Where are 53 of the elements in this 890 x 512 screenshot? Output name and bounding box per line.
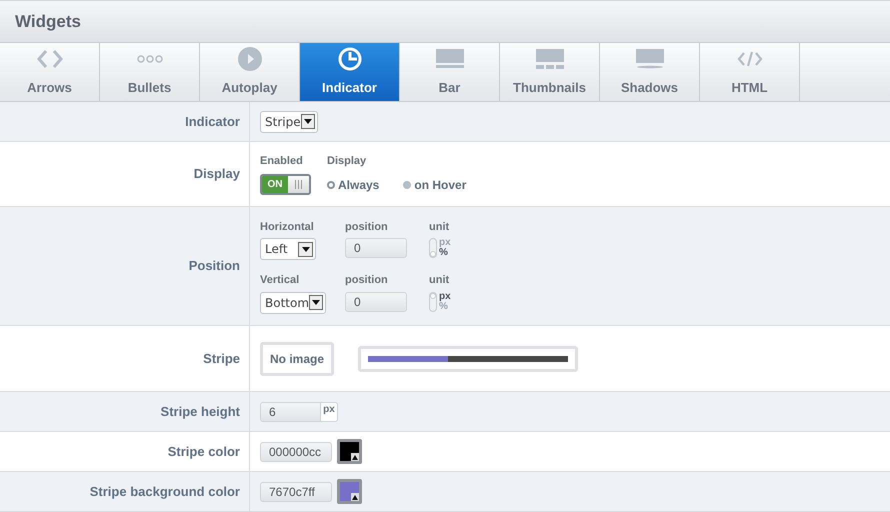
row-label: Stripe color xyxy=(168,442,240,461)
tab[interactable]: Arrows xyxy=(0,43,100,101)
field-caption: Enabled xyxy=(260,154,304,169)
text-field[interactable]: 0 xyxy=(345,292,407,312)
number-field[interactable]: 6 px xyxy=(260,402,338,422)
code-icon xyxy=(736,50,762,68)
bar-layout-icon xyxy=(436,48,464,68)
tab[interactable]: Autoplay xyxy=(200,43,300,101)
color-swatch[interactable] xyxy=(337,439,362,464)
window-title: Widgets xyxy=(15,10,81,33)
thumbnails-icon xyxy=(536,48,564,68)
unit-switch[interactable] xyxy=(429,292,437,312)
caret-icon xyxy=(309,295,323,310)
caret-icon xyxy=(300,114,315,129)
field-caption: unit xyxy=(429,273,450,288)
chevrons-icon xyxy=(36,48,64,70)
tab[interactable]: Thumbnails xyxy=(500,43,600,101)
play-icon xyxy=(238,46,262,70)
tab[interactable]: Bullets xyxy=(100,43,200,101)
dots-icon xyxy=(136,54,164,64)
radio-option[interactable]: on Hover xyxy=(403,176,466,194)
text-field[interactable]: 000000cc xyxy=(260,442,332,462)
field-caption: unit xyxy=(429,220,450,234)
unit-option[interactable]: px xyxy=(439,292,451,302)
row-label: Stripe xyxy=(203,350,240,368)
field-caption: Vertical xyxy=(260,273,300,288)
dropdown[interactable]: Stripe xyxy=(260,110,318,132)
pie-icon xyxy=(338,46,362,70)
row-label: Display xyxy=(194,165,240,184)
color-swatch[interactable] xyxy=(337,479,362,504)
row-label: Position xyxy=(188,257,240,276)
field-caption: position xyxy=(345,273,389,288)
row-label: Indicator xyxy=(185,112,240,131)
tab[interactable]: HTML xyxy=(700,43,800,101)
shadow-icon xyxy=(636,48,664,68)
field-caption: Horizontal xyxy=(260,220,315,234)
tab[interactable]: Bar xyxy=(400,43,500,101)
dropdown[interactable]: Left xyxy=(260,238,316,260)
text-field[interactable]: 7670c7ff xyxy=(260,482,332,502)
field-caption: position xyxy=(345,220,389,234)
tab[interactable]: Indicator xyxy=(300,43,400,101)
caret-icon xyxy=(298,242,313,256)
dropdown[interactable]: Bottom xyxy=(260,292,326,314)
radio-option[interactable]: Always xyxy=(327,176,380,194)
tab[interactable]: Shadows xyxy=(600,43,700,101)
field-caption: Display xyxy=(327,154,368,169)
unit-option[interactable]: % xyxy=(439,248,451,258)
row-label: Stripe height xyxy=(160,402,240,421)
row-label: Stripe background color xyxy=(90,482,240,501)
image-picker[interactable]: No image xyxy=(260,342,334,376)
on-off-toggle[interactable]: ON xyxy=(260,174,311,196)
text-field[interactable]: 0 xyxy=(345,238,407,258)
unit-switch[interactable] xyxy=(429,238,437,258)
